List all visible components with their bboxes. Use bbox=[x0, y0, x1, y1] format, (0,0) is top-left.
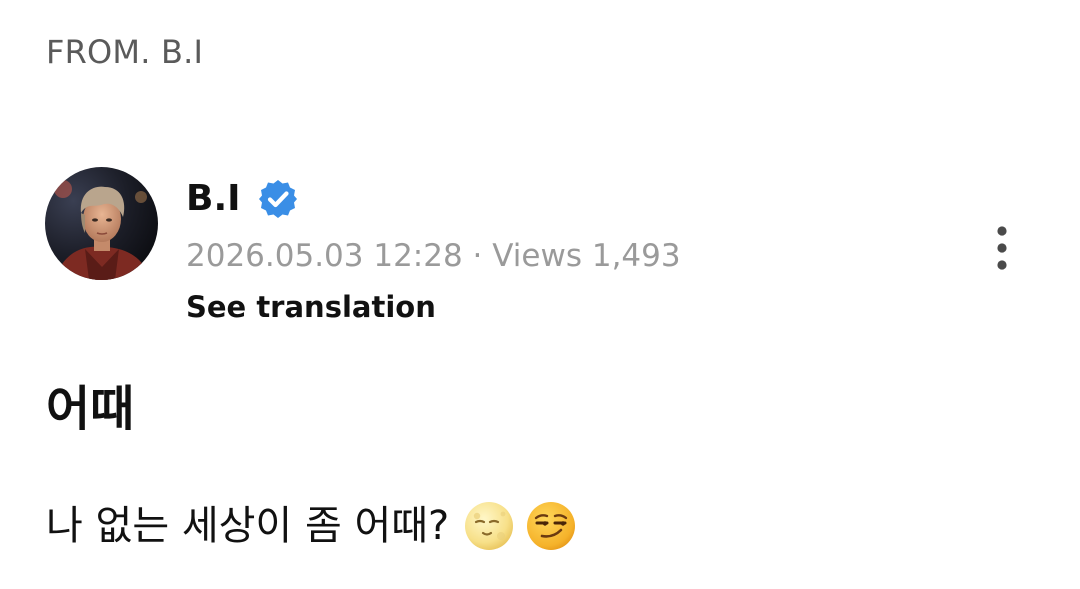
post-page: FROM. B.I B.I 2026.05.03 12:28 · Views 1… bbox=[0, 0, 1080, 589]
smirking-face-emoji-icon bbox=[525, 500, 577, 552]
verified-check-icon bbox=[257, 178, 299, 220]
meta-separator: · bbox=[472, 238, 483, 274]
see-translation-button[interactable]: See translation bbox=[186, 288, 436, 326]
section-label: FROM. B.I bbox=[46, 33, 204, 71]
views-label: Views bbox=[492, 238, 582, 274]
author-row: B.I bbox=[186, 174, 299, 224]
author-name[interactable]: B.I bbox=[186, 177, 241, 221]
more-vertical-icon bbox=[997, 226, 1007, 270]
avatar-photo bbox=[45, 167, 158, 280]
more-options-button[interactable] bbox=[982, 224, 1022, 276]
post-title: 어때 bbox=[46, 381, 135, 437]
post-body-text: 나 없는 세상이 좀 어때? bbox=[46, 503, 450, 549]
author-avatar[interactable] bbox=[45, 167, 158, 280]
post-date: 2026.05.03 12:28 bbox=[186, 238, 463, 274]
post-meta: 2026.05.03 12:28 · Views 1,493 bbox=[186, 236, 681, 276]
post-body: 나 없는 세상이 좀 어때? bbox=[46, 500, 577, 552]
views-count: 1,493 bbox=[591, 238, 681, 274]
new-moon-face-emoji-icon bbox=[463, 500, 515, 552]
